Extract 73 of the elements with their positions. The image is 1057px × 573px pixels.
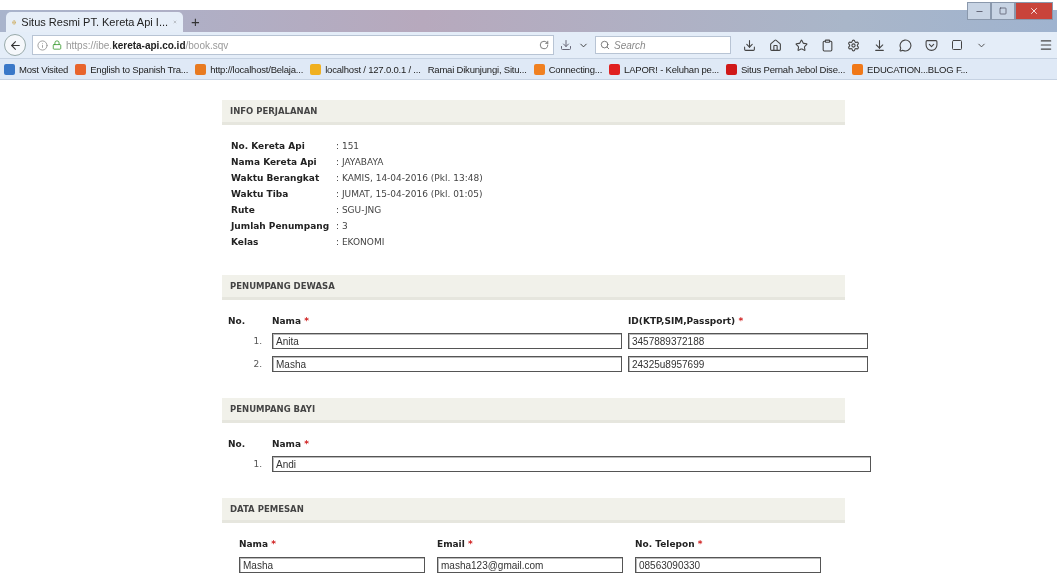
text-field[interactable]: 08563090330 xyxy=(635,557,821,573)
field-label: No. Telepon * xyxy=(635,539,704,549)
row-number: 1. xyxy=(252,459,263,469)
required-mark: * xyxy=(467,539,473,549)
text-field[interactable]: Anita xyxy=(272,333,622,349)
column-header: No. xyxy=(228,316,247,326)
info-label: No. Kereta Api xyxy=(231,141,306,151)
reload-icon[interactable] xyxy=(539,40,549,50)
section-header: PENUMPANG DEWASA xyxy=(222,275,845,300)
new-tab-button[interactable]: + xyxy=(183,13,208,30)
section-header: INFO PERJALANAN xyxy=(222,100,845,125)
close-icon xyxy=(1029,6,1039,16)
info-label: Nama Kereta Api xyxy=(231,157,318,167)
download-icon[interactable] xyxy=(560,39,572,51)
search-field[interactable]: Search xyxy=(595,36,731,54)
lock-icon xyxy=(52,40,62,50)
settings-icon[interactable] xyxy=(847,38,860,52)
info-value: : JAYABAYA xyxy=(336,157,385,167)
bookmark-link[interactable]: LAPOR! - Keluhan pe... xyxy=(609,63,719,75)
download-box-icon[interactable] xyxy=(873,38,886,52)
bookmark-link[interactable]: Connecting... xyxy=(533,63,603,75)
info-value: : KAMIS, 14-04-2016 (Pkl. 13:48) xyxy=(336,173,484,183)
info-value: : EKONOMI xyxy=(336,237,386,247)
bookmark-link[interactable]: localhost / 127.0.0.1 / ... xyxy=(310,63,421,75)
chat-icon[interactable] xyxy=(899,38,912,52)
field-label: Email * xyxy=(437,539,474,549)
back-button[interactable] xyxy=(4,34,26,56)
bookmark-link[interactable]: Ramai Dikunjungi, Situ... xyxy=(427,63,527,75)
info-label: Jumlah Penumpang xyxy=(231,221,331,231)
section-header: DATA PEMESAN xyxy=(222,498,845,523)
download-icon[interactable] xyxy=(743,38,756,52)
star-icon[interactable] xyxy=(795,38,808,52)
bookmark-link[interactable]: English to Spanish Tra... xyxy=(75,63,189,75)
browser-tab[interactable]: Situs Resmi PT. Kereta Api I... xyxy=(6,12,183,32)
info-label: Waktu Berangkat xyxy=(231,173,321,183)
info-label: Kelas xyxy=(231,237,260,247)
pocket-icon[interactable] xyxy=(925,38,938,52)
bookmark-link[interactable]: http://localhost/Belaja... xyxy=(195,63,304,75)
text-field[interactable]: Masha xyxy=(239,557,425,573)
info-label: Rute xyxy=(231,205,256,215)
required-mark: * xyxy=(697,539,703,549)
info-value: : 3 xyxy=(336,221,349,231)
info-label: Waktu Tiba xyxy=(231,189,290,199)
text-field[interactable]: 3457889372188 xyxy=(628,333,868,349)
info-value: : 151 xyxy=(336,141,361,151)
menu-icon[interactable] xyxy=(1039,38,1053,52)
required-mark: * xyxy=(271,539,276,549)
section-header: PENUMPANG BAYI xyxy=(222,398,845,423)
clipboard-icon[interactable] xyxy=(821,38,834,52)
restore-icon xyxy=(999,7,1007,15)
text-field[interactable]: masha123@gmail.com xyxy=(437,557,623,573)
home-icon[interactable] xyxy=(769,38,782,52)
required-mark: * xyxy=(738,316,744,326)
row-number: 2. xyxy=(252,359,263,369)
column-header: Nama * xyxy=(272,316,310,326)
text-field[interactable]: Andi xyxy=(272,456,871,472)
address-bar[interactable]: https://ibe.kereta-api.co.id/book.sqv xyxy=(32,35,554,55)
bookmark-link[interactable]: EDUCATION...BLOG F... xyxy=(852,63,968,75)
info-value: : JUMAT, 15-04-2016 (Pkl. 01:05) xyxy=(336,189,484,199)
field-label: Nama * xyxy=(239,539,277,549)
back-arrow-icon xyxy=(8,38,22,52)
column-header: ID(KTP,SIM,Passport) * xyxy=(628,316,745,326)
column-header: Nama * xyxy=(272,439,310,449)
text-field[interactable]: 24325u8957699 xyxy=(628,356,868,372)
text-field[interactable]: Masha xyxy=(272,356,622,372)
search-icon xyxy=(600,40,610,50)
bookmark-link[interactable]: Most Visited xyxy=(4,63,69,75)
row-number: 1. xyxy=(252,336,263,346)
required-mark: * xyxy=(304,439,309,449)
column-header: No. xyxy=(228,439,247,449)
bookmark-link[interactable]: Situs Pernah Jebol Dise... xyxy=(725,63,846,75)
info-value: : SGU-JNG xyxy=(336,205,383,215)
required-mark: * xyxy=(304,316,309,326)
